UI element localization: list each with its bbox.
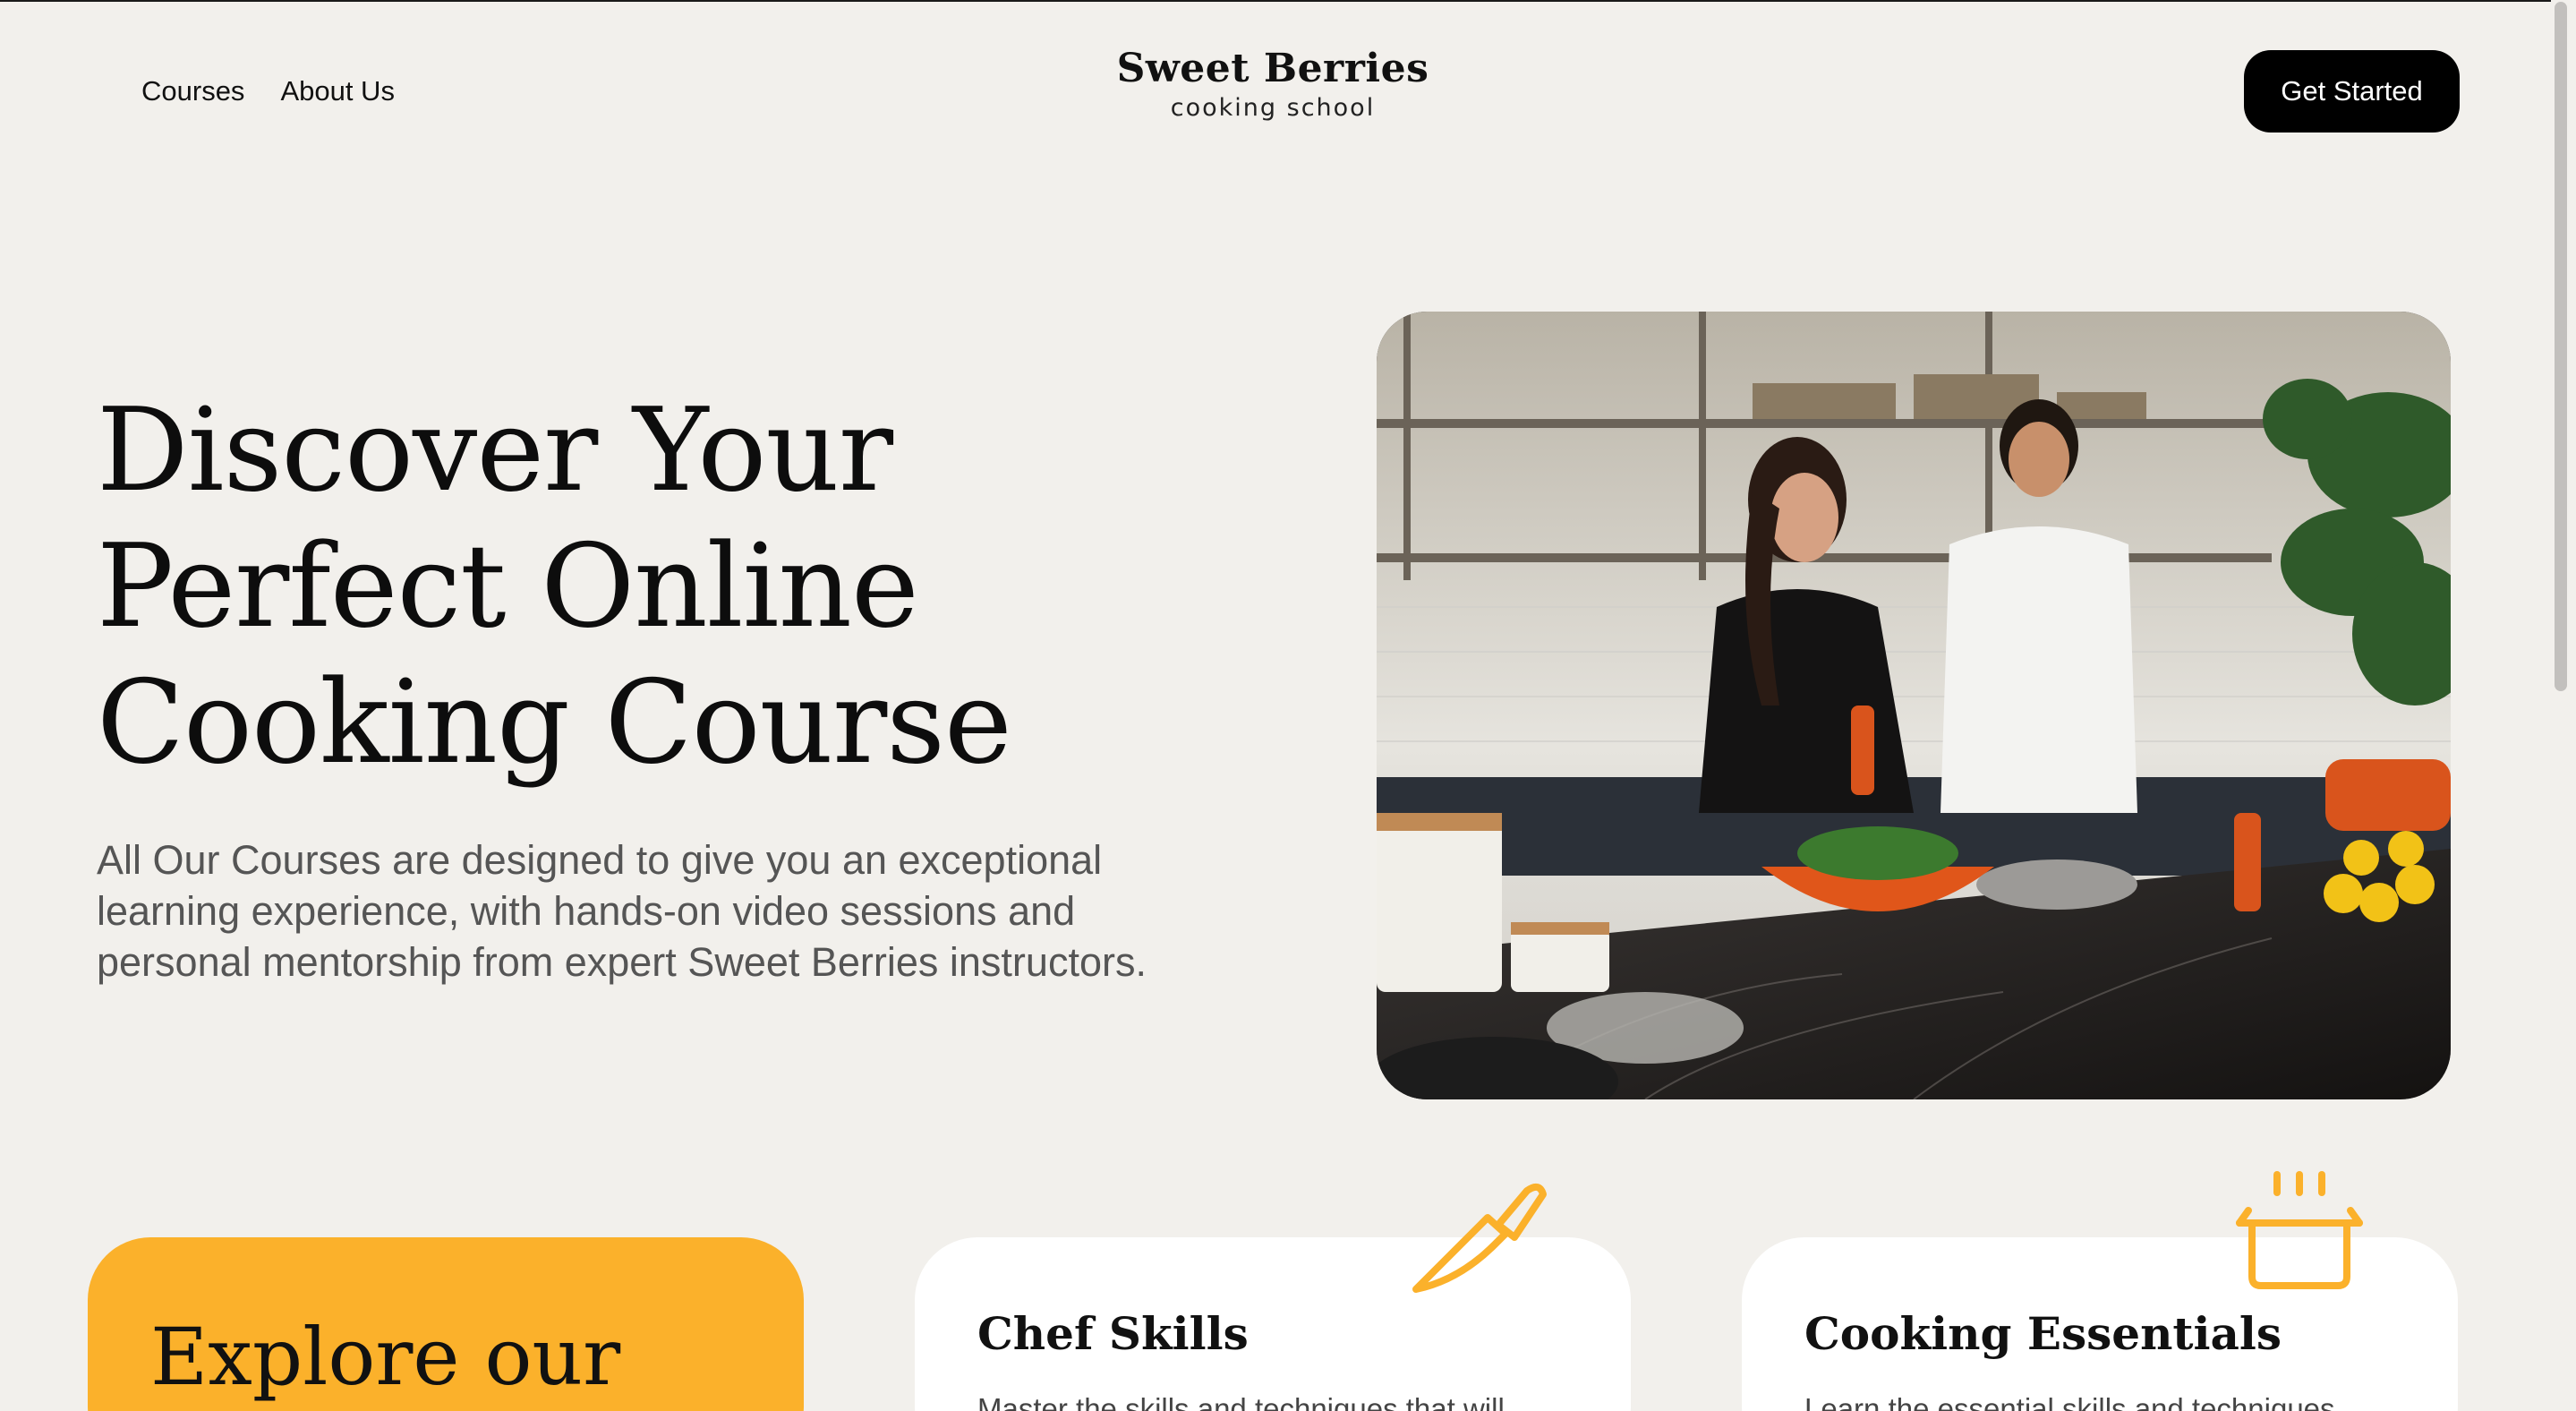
hero-description: All Our Courses are designed to give you… bbox=[97, 837, 1147, 985]
hero-title-line: Discover Your bbox=[97, 384, 893, 517]
nav-link-courses[interactable]: Courses bbox=[141, 75, 244, 107]
hero-title-line: Perfect Online bbox=[97, 520, 919, 654]
knife-icon bbox=[1412, 1183, 1547, 1293]
pot-icon bbox=[2236, 1171, 2363, 1289]
hero-title-line: Cooking Course bbox=[97, 656, 1012, 790]
scrollbar-thumb[interactable] bbox=[2555, 2, 2567, 691]
window-top-border bbox=[0, 0, 2576, 2]
hero-title: Discover Your Perfect Online Cooking Cou… bbox=[97, 383, 1260, 791]
nav-link-about-us[interactable]: About Us bbox=[280, 75, 395, 107]
chef-skills-description: Master the skills and techniques that wi… bbox=[977, 1392, 1505, 1411]
chef-skills-title: Chef Skills bbox=[977, 1307, 1249, 1360]
explore-card[interactable]: Explore our bbox=[88, 1237, 804, 1411]
hero-photo-cooking-couple bbox=[1377, 312, 2451, 1099]
explore-card-title: Explore our bbox=[150, 1311, 621, 1403]
brand-name: Sweet Berries bbox=[1116, 46, 1429, 91]
brand-tagline: cooking school bbox=[1170, 94, 1376, 122]
main-nav: Courses About Us bbox=[141, 75, 395, 107]
hero-image bbox=[1377, 312, 2451, 1099]
get-started-button[interactable]: Get Started bbox=[2244, 50, 2460, 133]
cooking-essentials-title: Cooking Essentials bbox=[1804, 1307, 2282, 1360]
cooking-essentials-description: Learn the essential skills and technique… bbox=[1804, 1392, 2335, 1411]
